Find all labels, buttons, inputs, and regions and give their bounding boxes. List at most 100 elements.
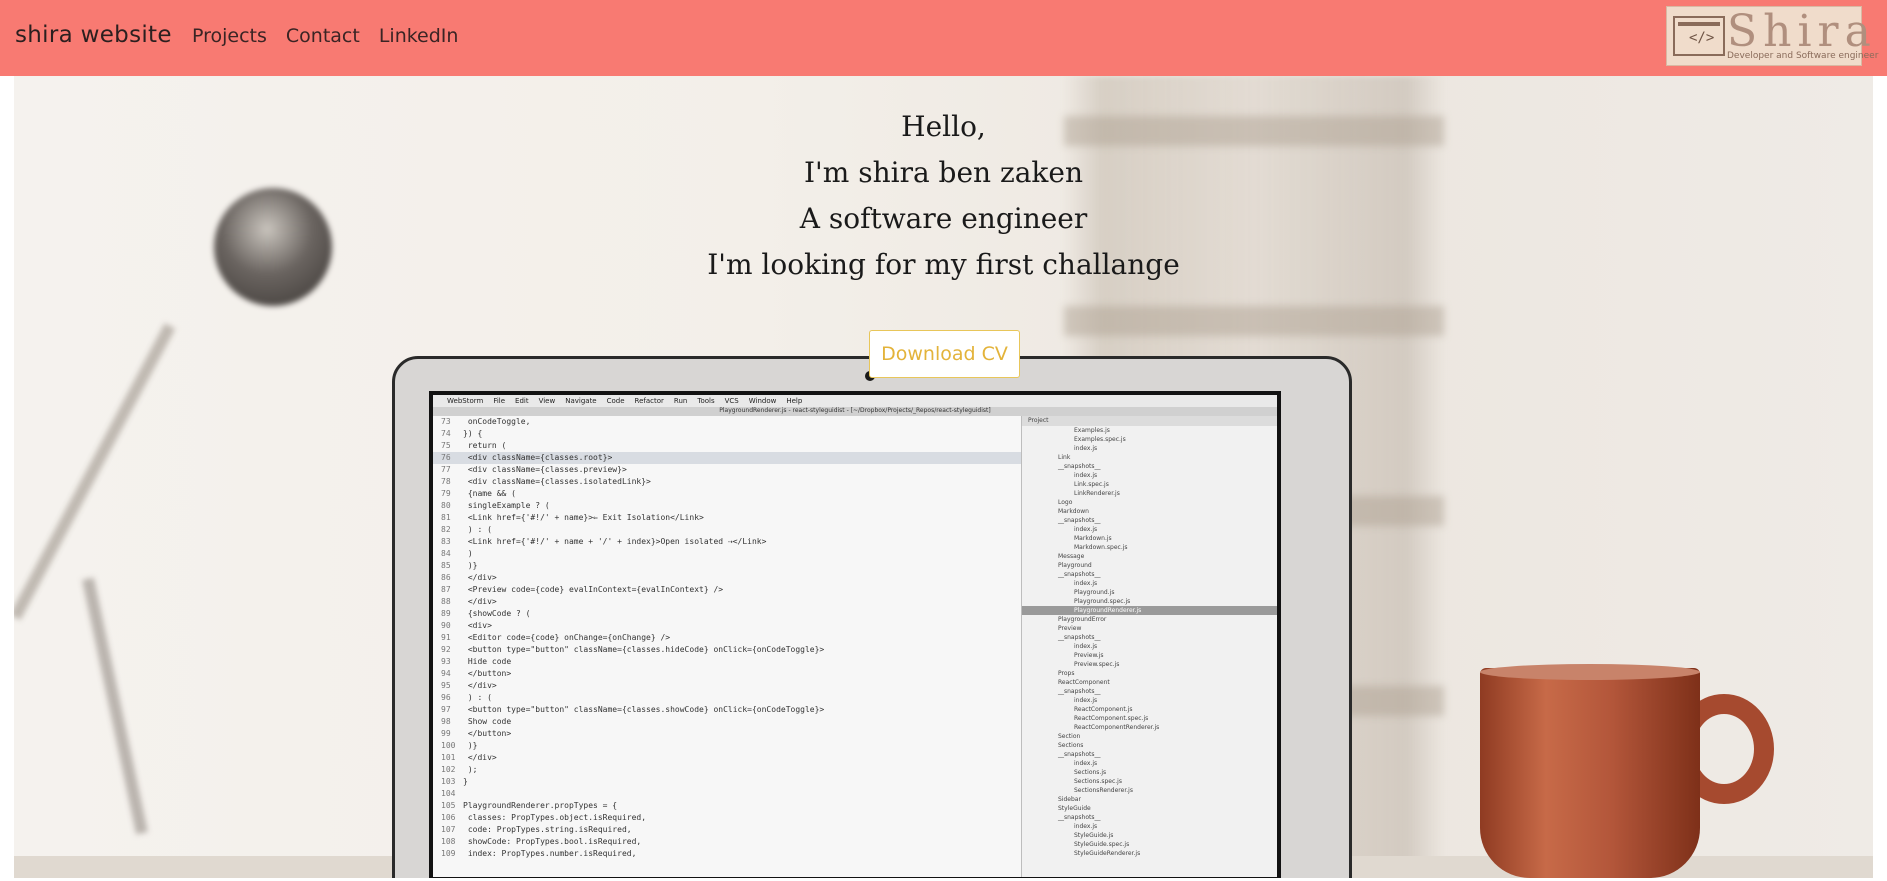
ide-menu-item: View xyxy=(538,397,556,405)
line-number: 90 xyxy=(441,621,451,630)
code-line: 92 <button type="button" className={clas… xyxy=(433,644,1021,656)
code-text: <Preview code={code} evalInContext={eval… xyxy=(463,585,724,594)
line-number: 75 xyxy=(441,441,451,450)
code-line: 88 </div> xyxy=(433,596,1021,608)
code-line: 106 classes: PropTypes.object.isRequired… xyxy=(433,812,1021,824)
code-line: 84 ) xyxy=(433,548,1021,560)
project-tree-item: Preview xyxy=(1058,625,1082,632)
line-number: 99 xyxy=(441,729,451,738)
project-tree-item: __snapshots__ xyxy=(1058,463,1101,470)
project-tree-item: __snapshots__ xyxy=(1058,751,1101,758)
code-text: )} xyxy=(463,741,478,750)
code-line: 87 <Preview code={code} evalInContext={e… xyxy=(433,584,1021,596)
project-tree-item: index.js xyxy=(1074,760,1098,767)
code-text: return ( xyxy=(463,441,507,450)
project-tree-item: Link.spec.js xyxy=(1074,481,1109,488)
code-text: {name && ( xyxy=(463,489,516,498)
project-tree-item: Preview.spec.js xyxy=(1074,661,1120,668)
code-text: Show code xyxy=(463,717,512,726)
project-tree-item: __snapshots__ xyxy=(1058,688,1101,695)
code-text: singleExample ? ( xyxy=(463,501,550,510)
project-tree-item: index.js xyxy=(1074,445,1098,452)
code-line: 101 </div> xyxy=(433,752,1021,764)
code-text: </button> xyxy=(463,669,512,678)
code-text: ) xyxy=(463,549,473,558)
ide-menu-item: Navigate xyxy=(565,397,597,405)
code-line: 94 </button> xyxy=(433,668,1021,680)
logo-text: Shira xyxy=(1727,6,1877,57)
code-text: ) : ( xyxy=(463,693,492,702)
code-line: 99 </button> xyxy=(433,728,1021,740)
project-tree-item: Markdown.spec.js xyxy=(1074,544,1128,551)
project-tree-item: __snapshots__ xyxy=(1058,517,1101,524)
code-line: 97 <button type="button" className={clas… xyxy=(433,704,1021,716)
code-text: {showCode ? ( xyxy=(463,609,531,618)
ide-menu-item: Refactor xyxy=(634,397,664,405)
line-number: 92 xyxy=(441,645,451,654)
line-number: 79 xyxy=(441,489,451,498)
ide-menu-item: File xyxy=(493,397,506,405)
code-line: 77 <div className={classes.preview}> xyxy=(433,464,1021,476)
code-text: <Link href={'#!/' + name + '/' + index}>… xyxy=(463,537,767,546)
ide-menu-item: Run xyxy=(673,397,688,405)
line-number: 104 xyxy=(441,789,456,798)
ide-menu-item: Window xyxy=(748,397,777,405)
code-text: <Link href={'#!/' + name}>⇐ Exit Isolati… xyxy=(463,513,704,522)
line-number: 96 xyxy=(441,693,451,702)
code-line: 85 )} xyxy=(433,560,1021,572)
download-cv-button[interactable]: Download CV xyxy=(869,330,1020,378)
code-text: }) { xyxy=(463,429,483,438)
line-number: 74 xyxy=(441,429,451,438)
project-tree-item: index.js xyxy=(1074,643,1098,650)
code-line: 100 )} xyxy=(433,740,1021,752)
code-editor: 73 onCodeToggle, 74}) {75 return (76 <div… xyxy=(433,416,1021,877)
line-number: 77 xyxy=(441,465,451,474)
project-panel-header: Project xyxy=(1022,416,1277,426)
hero-name: I'm shira ben zaken xyxy=(804,156,1083,189)
line-number: 81 xyxy=(441,513,451,522)
line-number: 103 xyxy=(441,777,456,786)
code-line: 104 xyxy=(433,788,1021,800)
laptop-screen: WebStorm File Edit View Navigate Code Refactor… xyxy=(429,391,1281,878)
project-tree-item: LinkRenderer.js xyxy=(1074,490,1120,497)
line-number: 76 xyxy=(441,453,451,462)
project-tree-item: __snapshots__ xyxy=(1058,571,1101,578)
project-tree-item: index.js xyxy=(1074,697,1098,704)
code-line: 98 Show code xyxy=(433,716,1021,728)
project-panel: Project Examples.js Examples.spec.js index… xyxy=(1021,416,1277,877)
project-tree-item: PlaygroundRenderer.js xyxy=(1022,606,1277,615)
project-tree-item: Message xyxy=(1058,553,1085,560)
code-line: 89 {showCode ? ( xyxy=(433,608,1021,620)
code-line: 105 PlaygroundRenderer.propTypes = { xyxy=(433,800,1021,812)
project-tree-item: Playground.spec.js xyxy=(1074,598,1131,605)
code-line: 73 onCodeToggle, xyxy=(433,416,1021,428)
line-number: 108 xyxy=(441,837,456,846)
code-text: <Editor code={code} onChange={onChange} … xyxy=(463,633,671,642)
project-tree-item: Props xyxy=(1058,670,1075,677)
code-line: 83 <Link href={'#!/' + name + '/' + inde… xyxy=(433,536,1021,548)
code-text: index: PropTypes.number.isRequired, xyxy=(463,849,637,858)
code-text: </div> xyxy=(463,753,497,762)
line-number: 98 xyxy=(441,717,451,726)
project-tree-item: index.js xyxy=(1074,526,1098,533)
laptop-image: WebStorm File Edit View Navigate Code Refactor… xyxy=(392,356,1352,878)
project-tree-item: Sections.spec.js xyxy=(1074,778,1122,785)
shelf-board xyxy=(1064,306,1444,336)
project-tree-item: __snapshots__ xyxy=(1058,814,1101,821)
desk-lamp-arm xyxy=(14,323,176,621)
code-line: 95 </div> xyxy=(433,680,1021,692)
line-number: 89 xyxy=(441,609,451,618)
ide-menu-item: Help xyxy=(786,397,803,405)
code-line: 102 ); xyxy=(433,764,1021,776)
nav-link-contact[interactable]: Contact xyxy=(286,25,360,47)
nav-link-projects[interactable]: Projects xyxy=(192,25,267,47)
code-line: 86 </div> xyxy=(433,572,1021,584)
hero-text: Hello, I'm shira ben zaken A software en… xyxy=(14,104,1873,288)
project-tree-item: Sections xyxy=(1058,742,1084,749)
line-number: 93 xyxy=(441,657,451,666)
nav-link-linkedin[interactable]: LinkedIn xyxy=(379,25,459,47)
site-brand[interactable]: shira website xyxy=(15,22,172,48)
line-number: 84 xyxy=(441,549,451,558)
project-tree-item: ReactComponent.spec.js xyxy=(1074,715,1149,722)
code-line: 81 <Link href={'#!/' + name}>⇐ Exit Isol… xyxy=(433,512,1021,524)
